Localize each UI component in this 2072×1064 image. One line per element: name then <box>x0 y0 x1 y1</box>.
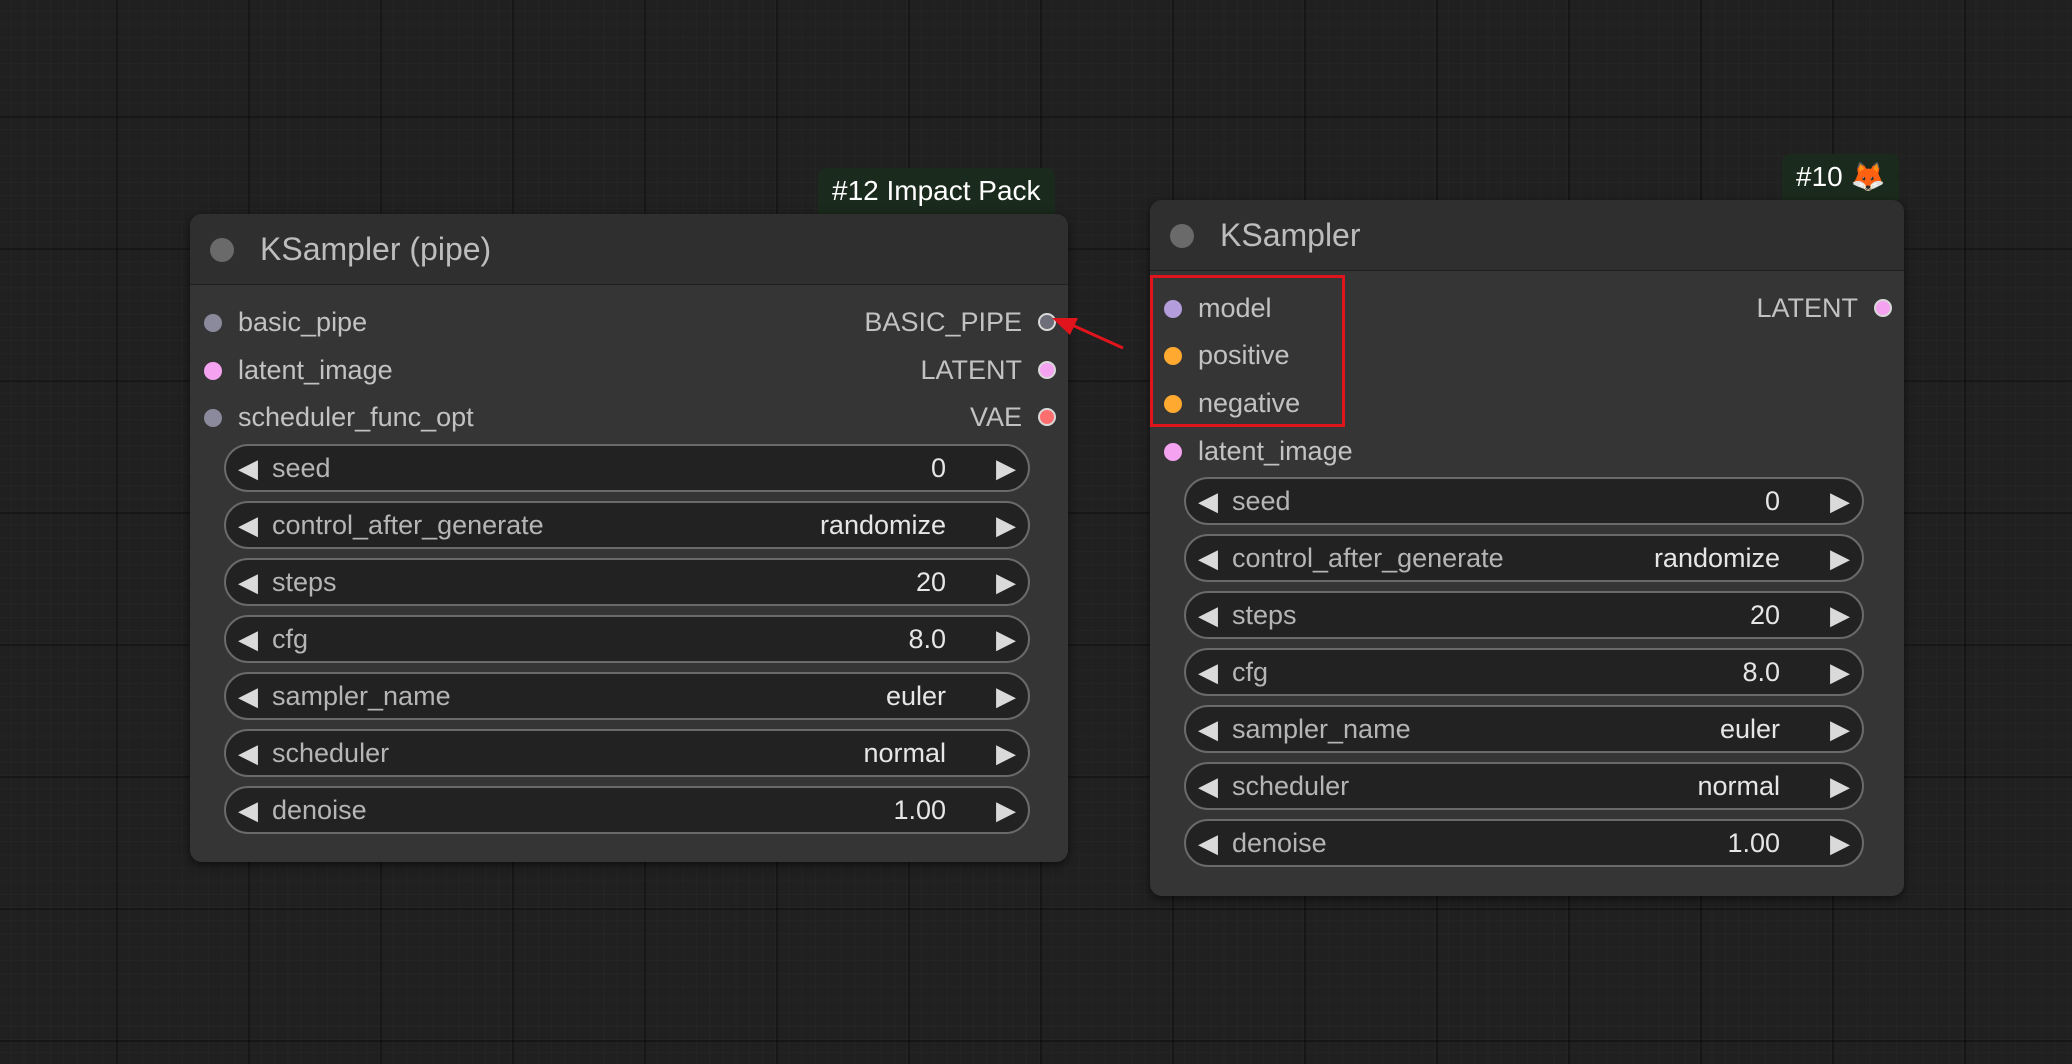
annotation-arrow-line <box>1071 323 1124 350</box>
annotation-arrow-layer <box>1052 318 1124 350</box>
